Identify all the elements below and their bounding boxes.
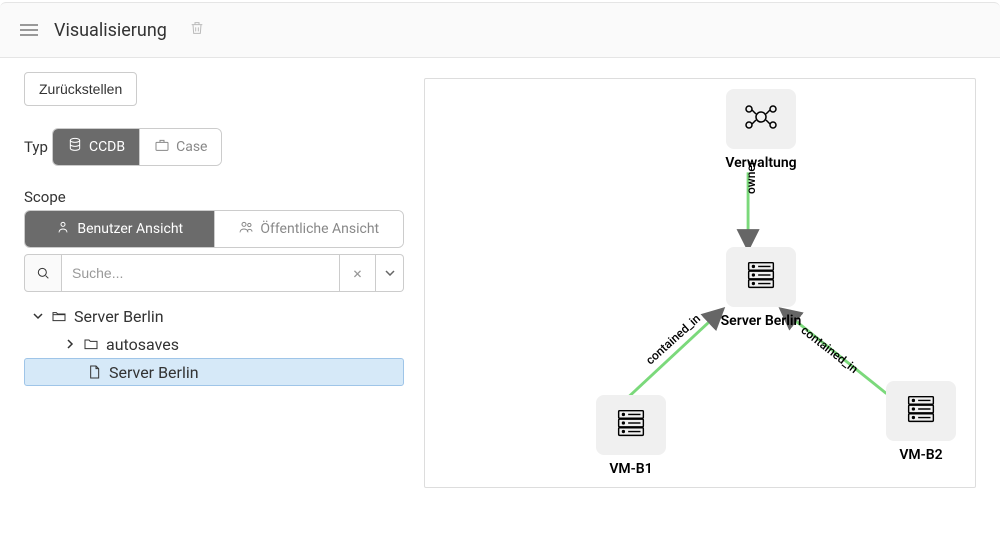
- node-verwaltung[interactable]: Verwaltung: [713, 89, 809, 171]
- tree-view: Server Berlin autosaves Server Berlin: [24, 302, 404, 386]
- type-option-ccdb[interactable]: CCDB: [53, 129, 139, 165]
- edge-label-contained-2: contained_in: [798, 323, 860, 376]
- clear-icon[interactable]: ×: [339, 255, 375, 291]
- edge-contained-in-1: [627, 309, 723, 398]
- chevron-right-icon[interactable]: [64, 339, 76, 349]
- briefcase-icon: [154, 137, 170, 157]
- type-label: Typ: [24, 138, 48, 156]
- side-panel: Zurückstellen Typ CCDB Case Scope: [24, 72, 404, 488]
- server-icon: [902, 390, 940, 432]
- reset-button[interactable]: Zurückstellen: [24, 72, 137, 106]
- tree-root-label: Server Berlin: [74, 307, 164, 326]
- tree-item-autosaves[interactable]: autosaves: [24, 330, 404, 358]
- folder-open-icon: [50, 307, 68, 325]
- users-icon: [238, 219, 254, 239]
- app-header: Visualisierung: [0, 2, 1000, 58]
- scope-option-user-label: Benutzer Ansicht: [77, 221, 183, 237]
- trash-icon[interactable]: [183, 20, 205, 40]
- node-server-berlin-label: Server Berlin: [721, 313, 802, 329]
- database-icon: [67, 137, 83, 157]
- tree-root[interactable]: Server Berlin: [24, 302, 404, 330]
- server-icon: [612, 404, 650, 446]
- type-toggle: CCDB Case: [52, 128, 223, 166]
- scope-option-public[interactable]: Öffentliche Ansicht: [214, 211, 404, 247]
- scope-label: Scope: [24, 188, 404, 206]
- user-icon: [55, 219, 71, 239]
- node-vm-b2-label: VM-B2: [899, 447, 942, 463]
- group-icon: [741, 97, 781, 141]
- graph-canvas[interactable]: owner contained_in contained_in: [424, 78, 976, 488]
- type-option-case[interactable]: Case: [139, 129, 221, 165]
- tree-item-autosaves-label: autosaves: [106, 335, 179, 354]
- page-title: Visualisierung: [54, 20, 167, 41]
- edge-label-contained-1: contained_in: [643, 311, 703, 367]
- node-verwaltung-label: Verwaltung: [725, 155, 796, 171]
- node-vm-b2[interactable]: VM-B2: [873, 381, 969, 463]
- node-vm-b1-label: VM-B1: [609, 461, 652, 477]
- type-option-case-label: Case: [176, 139, 207, 155]
- chevron-down-icon[interactable]: [32, 311, 44, 321]
- search-bar: ×: [24, 254, 404, 292]
- tree-item-server-berlin-label: Server Berlin: [109, 363, 199, 382]
- scope-toggle: Benutzer Ansicht Öffentliche Ansicht: [24, 210, 404, 248]
- search-input[interactable]: [62, 255, 339, 291]
- server-icon: [742, 256, 780, 298]
- search-dropdown-icon[interactable]: [375, 255, 403, 291]
- type-option-ccdb-label: CCDB: [89, 139, 125, 155]
- folder-icon: [82, 335, 100, 353]
- menu-toggle-icon[interactable]: [20, 24, 38, 36]
- search-icon[interactable]: [24, 254, 62, 292]
- scope-option-user[interactable]: Benutzer Ansicht: [25, 211, 214, 247]
- node-server-berlin[interactable]: Server Berlin: [713, 247, 809, 329]
- node-vm-b1[interactable]: VM-B1: [583, 395, 679, 477]
- file-icon: [85, 363, 103, 381]
- tree-item-server-berlin[interactable]: Server Berlin: [24, 358, 404, 386]
- scope-option-public-label: Öffentliche Ansicht: [260, 221, 379, 237]
